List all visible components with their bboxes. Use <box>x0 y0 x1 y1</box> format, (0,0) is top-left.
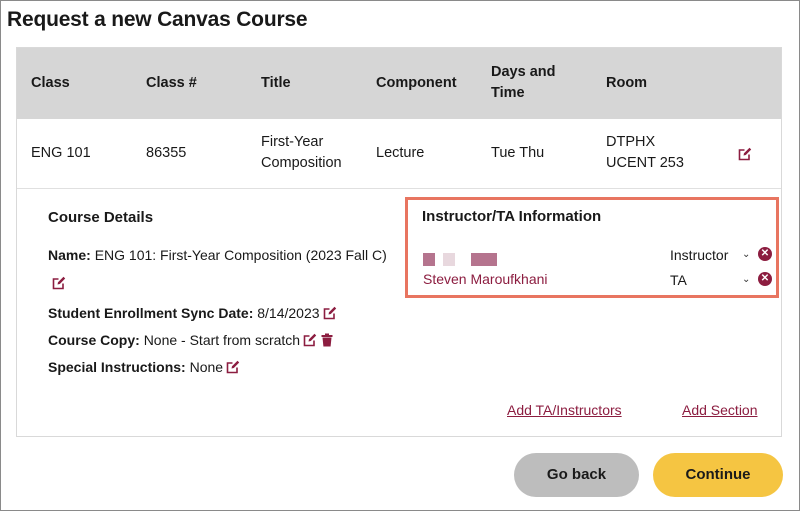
edit-copy-icon[interactable] <box>303 333 317 347</box>
header-class-number: Class # <box>146 75 197 91</box>
detail-special-value: None <box>189 359 224 375</box>
table-row: ENG 101 86355 First-Year Composition Lec… <box>17 119 781 189</box>
remove-icon[interactable]: ✕ <box>758 247 772 261</box>
detail-name-value: ENG 101: First-Year Composition (2023 Fa… <box>94 247 387 263</box>
instructor-ta-title: Instructor/TA Information <box>422 208 602 225</box>
header-days-time: Days and Time <box>491 62 555 104</box>
table-header: Class Class # Title Component Days and T… <box>17 48 781 119</box>
instructor-ta-panel: Instructor/TA Information Instructor ⌄ ✕… <box>405 197 779 298</box>
detail-course-copy: Course Copy: None - Start from scratch <box>48 330 334 350</box>
page-title: Request a new Canvas Course <box>7 8 308 31</box>
cell-room-line2: UCENT 253 <box>606 155 684 171</box>
detail-special-instructions: Special Instructions: None <box>48 357 240 377</box>
edit-icon[interactable] <box>738 147 752 161</box>
cell-component: Lecture <box>376 145 425 161</box>
header-class: Class <box>31 75 70 91</box>
header-title: Title <box>261 75 291 91</box>
add-ta-instructors-link[interactable]: Add TA/Instructors <box>507 402 622 418</box>
edit-name-icon[interactable] <box>52 276 66 290</box>
instructor-role-select[interactable]: Instructor <box>670 246 728 264</box>
redacted-name <box>471 253 497 266</box>
detail-sync-date: Student Enrollment Sync Date: 8/14/2023 <box>48 303 337 323</box>
go-back-button[interactable]: Go back <box>514 453 639 497</box>
detail-copy-label: Course Copy: <box>48 332 140 348</box>
detail-special-label: Special Instructions: <box>48 359 186 375</box>
detail-sync-value: 8/14/2023 <box>257 305 320 321</box>
add-section-link[interactable]: Add Section <box>682 402 758 418</box>
detail-name: Name: ENG 101: First-Year Composition (2… <box>48 245 387 265</box>
detail-copy-value: None - Start from scratch <box>143 332 301 348</box>
header-room: Room <box>606 75 648 91</box>
header-component: Component <box>376 75 457 91</box>
trash-icon[interactable] <box>320 333 334 347</box>
cell-room: DTPHX UCENT 253 <box>606 132 684 174</box>
cell-room-line1: DTPHX <box>606 134 656 150</box>
cell-days: Tue Thu <box>491 145 545 161</box>
header-days-line1: Days and <box>491 64 556 80</box>
cell-title-line1: First-Year <box>261 134 324 150</box>
chevron-down-icon[interactable]: ⌄ <box>742 274 750 285</box>
detail-name-label: Name: <box>48 247 91 263</box>
redacted-name <box>443 253 455 266</box>
ta-role-select[interactable]: TA <box>670 271 687 289</box>
cell-class-number: 86355 <box>146 145 187 161</box>
continue-button[interactable]: Continue <box>653 453 783 497</box>
edit-sync-icon[interactable] <box>323 306 337 320</box>
edit-special-icon[interactable] <box>226 360 240 374</box>
redacted-name <box>423 253 435 266</box>
chevron-down-icon[interactable]: ⌄ <box>742 249 750 260</box>
cell-class: ENG 101 <box>31 145 91 161</box>
course-details-title: Course Details <box>48 209 154 226</box>
cell-title-line2: Composition <box>261 155 342 171</box>
ta-name: Steven Maroufkhani <box>423 271 548 287</box>
remove-icon[interactable]: ✕ <box>758 272 772 286</box>
header-days-line2: Time <box>491 85 525 101</box>
detail-sync-label: Student Enrollment Sync Date: <box>48 305 254 321</box>
cell-title: First-Year Composition <box>261 132 342 174</box>
